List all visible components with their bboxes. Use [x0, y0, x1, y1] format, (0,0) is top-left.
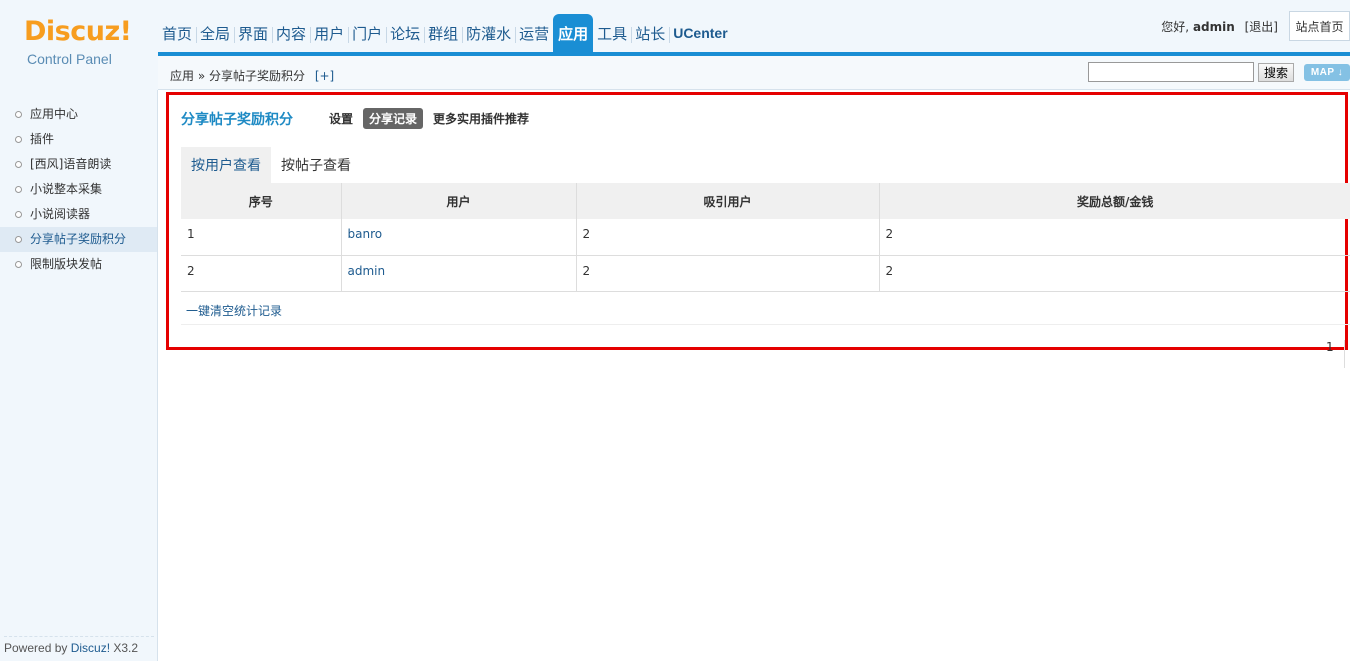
add-shortcut-link[interactable]: [+] — [315, 69, 334, 83]
plugin-tabs: 设置 分享记录 更多实用插件推荐 — [325, 108, 533, 129]
table-row: 2 admin 2 2 — [181, 255, 1350, 292]
cell-user-link[interactable]: banro — [341, 219, 577, 256]
divider — [181, 324, 1350, 325]
pager-divider — [1344, 340, 1345, 368]
nav-content[interactable]: 内容 — [272, 14, 310, 52]
nav-home[interactable]: 首页 — [158, 14, 196, 52]
nav-portal[interactable]: 门户 — [348, 14, 386, 52]
main-nav: 首页 全局 界面 内容 用户 门户 论坛 群组 防灌水 运营 应用 工具 站长 … — [158, 14, 732, 52]
sub-bar: 应用 » 分享帖子奖励积分 [+] 搜索 MAP ↓ — [158, 56, 1350, 90]
tab-by-thread[interactable]: 按帖子查看 — [271, 147, 361, 183]
cell-index: 1 — [181, 219, 342, 256]
tab-more-plugins[interactable]: 更多实用插件推荐 — [429, 108, 533, 129]
nav-ucenter[interactable]: UCenter — [669, 14, 731, 52]
user-info: 您好, admin [退出] — [1161, 18, 1278, 35]
powered-brand-link[interactable]: Discuz! — [71, 641, 110, 655]
map-button[interactable]: MAP ↓ — [1304, 64, 1350, 81]
plugin-title: 分享帖子奖励积分 — [181, 112, 293, 128]
tab-share-records[interactable]: 分享记录 — [363, 108, 424, 129]
view-tabs: 按用户查看 按帖子查看 — [181, 147, 361, 183]
table-row: 1 banro 2 2 — [181, 219, 1350, 256]
header: Discuz! Control Panel 首页 全局 界面 内容 用户 门户 … — [0, 0, 1350, 90]
cell-user-link[interactable]: admin — [341, 255, 577, 292]
cell-invited: 2 — [576, 219, 880, 256]
sidebar-item-novel-collect[interactable]: 小说整本采集 — [0, 177, 157, 202]
header-index: 序号 — [181, 183, 342, 219]
sidebar: 应用中心 插件 [西风]语音朗读 小说整本采集 小说阅读器 分享帖子奖励积分 限… — [0, 90, 158, 661]
username: admin — [1192, 20, 1235, 34]
logout-link[interactable]: [退出] — [1245, 20, 1278, 34]
sidebar-item-plugins[interactable]: 插件 — [0, 127, 157, 152]
cell-reward: 2 — [879, 219, 1350, 256]
site-home-button[interactable]: 站点首页 — [1289, 11, 1350, 41]
tab-by-user[interactable]: 按用户查看 — [181, 147, 271, 183]
sidebar-item-novel-reader[interactable]: 小说阅读器 — [0, 202, 157, 227]
nav-extended[interactable]: 运营 — [515, 14, 553, 52]
header-reward-total: 奖励总额/金钱 — [879, 183, 1350, 219]
cell-reward: 2 — [879, 255, 1350, 292]
tab-settings[interactable]: 设置 — [325, 108, 357, 129]
nav-group[interactable]: 群组 — [424, 14, 462, 52]
nav-safe[interactable]: 防灌水 — [462, 14, 515, 52]
cell-index: 2 — [181, 255, 342, 292]
nav-global[interactable]: 全局 — [196, 14, 234, 52]
sidebar-item-share-reward[interactable]: 分享帖子奖励积分 — [0, 227, 157, 252]
nav-forum[interactable]: 论坛 — [386, 14, 424, 52]
logo-subtitle: Control Panel — [27, 51, 112, 67]
page-number[interactable]: 1 — [1326, 340, 1334, 354]
main-panel: 分享帖子奖励积分 设置 分享记录 更多实用插件推荐 按用户查看 按帖子查看 序号… — [166, 92, 1350, 350]
sidebar-item-app-center[interactable]: 应用中心 — [0, 102, 157, 127]
search-button[interactable]: 搜索 — [1258, 63, 1294, 82]
header-invited-users: 吸引用户 — [576, 183, 880, 219]
table-header-row: 序号 用户 吸引用户 奖励总额/金钱 — [181, 183, 1350, 219]
sidebar-item-limit-post[interactable]: 限制版块发帖 — [0, 252, 157, 277]
logo[interactable]: Discuz! Control Panel — [0, 0, 158, 90]
cell-invited: 2 — [576, 255, 880, 292]
powered-by: Powered by Discuz! X3.2 — [4, 636, 154, 655]
search-input[interactable] — [1088, 62, 1254, 82]
header-user: 用户 — [341, 183, 577, 219]
nav-tools[interactable]: 工具 — [593, 14, 631, 52]
powered-version: X3.2 — [110, 641, 139, 655]
breadcrumb-text: 应用 » 分享帖子奖励积分 — [170, 69, 305, 83]
nav-founder[interactable]: 站长 — [631, 14, 669, 52]
greeting: 您好, — [1161, 20, 1190, 34]
sidebar-list: 应用中心 插件 [西风]语音朗读 小说整本采集 小说阅读器 分享帖子奖励积分 限… — [0, 102, 157, 277]
logo-brand: Discuz! — [24, 16, 132, 47]
nav-style[interactable]: 界面 — [234, 14, 272, 52]
nav-user[interactable]: 用户 — [310, 14, 348, 52]
sidebar-item-voice-reader[interactable]: [西风]语音朗读 — [0, 152, 157, 177]
nav-plugin[interactable]: 应用 — [553, 14, 594, 52]
powered-prefix: Powered by — [4, 641, 71, 655]
records-table: 序号 用户 吸引用户 奖励总额/金钱 1 banro 2 2 2 admin 2… — [181, 183, 1350, 292]
clear-records-link[interactable]: 一键清空统计记录 — [186, 302, 282, 319]
breadcrumb: 应用 » 分享帖子奖励积分 [+] — [170, 67, 334, 84]
